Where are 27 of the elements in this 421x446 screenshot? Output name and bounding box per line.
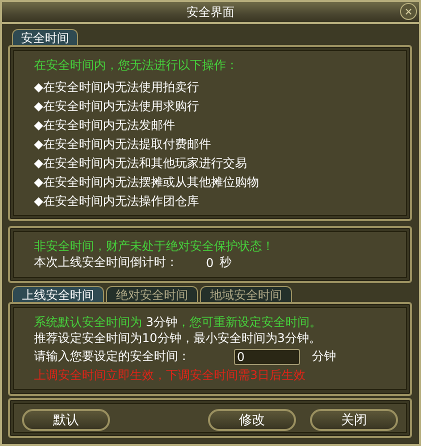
countdown-unit: 秒 xyxy=(220,254,232,271)
recommendation-text: 推荐设定安全时间为10分钟，最小安全时间为3分钟。 xyxy=(34,330,322,346)
countdown-value: 0 xyxy=(206,256,214,270)
tab[interactable]: 上线安全时间 xyxy=(12,286,104,302)
restriction-item: ◆在安全时间内无法使用拍卖行 xyxy=(34,79,200,95)
close-button[interactable]: × xyxy=(400,3,417,20)
rule-text: 上调安全时间立即生效，下调安全时间需3日后生效 xyxy=(34,367,307,383)
restriction-item: ◆在安全时间内无法和其他玩家进行交易 xyxy=(34,155,248,171)
restriction-item: ◆在安全时间内无法使用求购行 xyxy=(34,98,200,114)
default-time-notice: 系统默认安全时间为 3分钟，您可重新设定安全时间。 xyxy=(34,314,322,330)
restriction-item: ◆在安全时间内无法摆摊或从其他摊位购物 xyxy=(34,174,260,190)
tab[interactable]: 地域安全时间 xyxy=(200,286,292,302)
restriction-item: ◆在安全时间内无法提取付费邮件 xyxy=(34,136,212,152)
restrictions-heading: 在安全时间内，您无法进行以下操作： xyxy=(34,57,239,73)
tab[interactable]: 安全时间 xyxy=(12,29,78,45)
dialog-button[interactable]: 默认 xyxy=(22,409,110,431)
warning-text: 非安全时间，财产未处于绝对安全保护状态！ xyxy=(34,238,275,254)
input-unit: 分钟 xyxy=(312,348,336,365)
dialog-button[interactable]: 关闭 xyxy=(310,409,398,431)
restriction-item: ◆在安全时间内无法发邮件 xyxy=(34,117,176,133)
window-title: 安全界面 xyxy=(186,4,234,20)
tab[interactable]: 绝对安全时间 xyxy=(106,286,198,302)
countdown-label: 本次上线安全时间倒计时： xyxy=(34,254,178,271)
restriction-item: ◆在安全时间内无法操作团仓库 xyxy=(34,193,200,209)
time-input-field[interactable]: 0 xyxy=(234,348,300,364)
dialog-button[interactable]: 修改 xyxy=(208,409,296,431)
input-label: 请输入您要设定的安全时间： xyxy=(34,348,190,365)
